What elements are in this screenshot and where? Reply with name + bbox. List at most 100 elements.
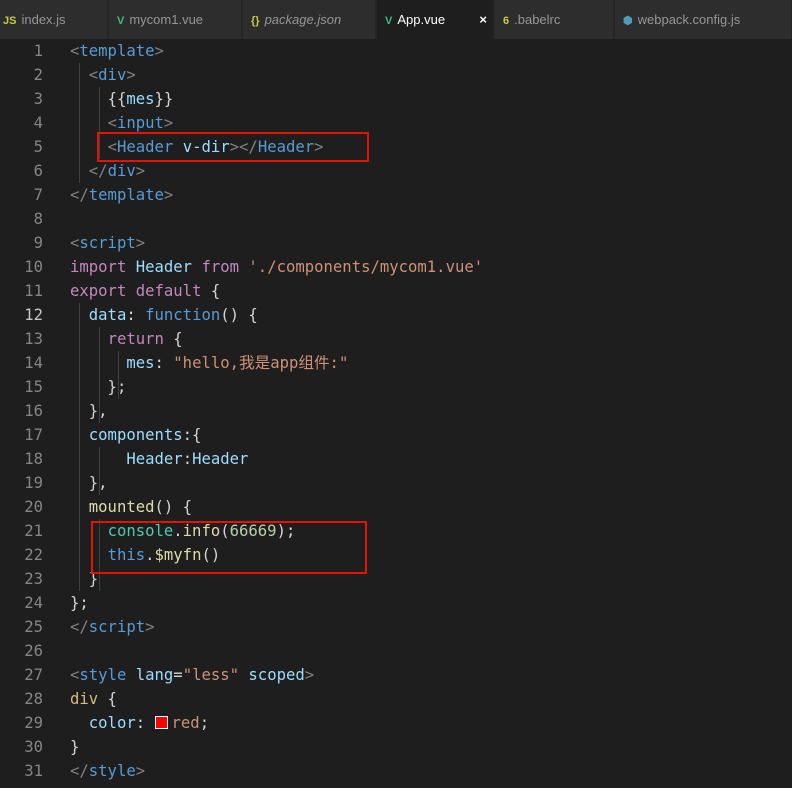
code-token: style: [79, 666, 127, 684]
code-token: >: [135, 234, 146, 252]
code-token: },: [70, 402, 108, 420]
line-number: 2: [33, 66, 43, 84]
tab-package-json[interactable]: {} package.json: [243, 0, 376, 39]
tab-app-vue[interactable]: V App.vue ×: [377, 0, 494, 39]
code-token: div: [70, 690, 99, 708]
code-token: :: [154, 354, 174, 372]
code-token: './components/mycom1.vue': [248, 258, 484, 276]
code-line: <template>: [70, 39, 164, 63]
code-token: red: [171, 714, 200, 732]
tab-label: App.vue: [397, 12, 446, 27]
webpack-file-icon: ⬢: [623, 15, 633, 27]
line-number: 9: [33, 234, 43, 252]
code-token: style: [88, 762, 136, 780]
code-token: script: [79, 234, 136, 252]
tab-babelrc[interactable]: 6 .babelrc: [495, 0, 614, 39]
code-token: Header: [126, 450, 183, 468]
line-number: 24: [24, 594, 43, 612]
code-token: >: [163, 114, 174, 132]
code-token: }: [70, 738, 80, 756]
code-line: </div>: [70, 159, 145, 183]
code-token: >: [154, 42, 164, 60]
babel-file-icon: 6: [503, 15, 510, 27]
code-token: export: [70, 282, 127, 300]
code-line: components:{: [70, 423, 202, 447]
line-number: 12: [24, 306, 43, 324]
code-token: mes: [126, 90, 155, 108]
code-token: lang: [135, 666, 174, 684]
tab-label: index.js: [21, 12, 66, 27]
line-number: 8: [33, 210, 43, 228]
code-line: mounted() {: [70, 495, 192, 519]
indent-guide: [99, 327, 100, 423]
tab-label: webpack.config.js: [637, 12, 741, 27]
code-token: div: [98, 66, 127, 84]
line-number: 11: [24, 282, 43, 300]
code-token: };: [70, 594, 89, 612]
code-line: }: [70, 735, 79, 759]
line-number: 23: [24, 570, 43, 588]
annotation-highlight-box: [97, 132, 369, 162]
code-token: mes: [126, 354, 155, 372]
js-file-icon: JS: [3, 15, 17, 27]
code-token: mounted: [88, 498, 155, 516]
line-number: 18: [24, 450, 43, 468]
line-number: 15: [24, 378, 43, 396]
tab-webpack-config-js[interactable]: ⬢ webpack.config.js: [615, 0, 792, 39]
code-token: default: [135, 282, 202, 300]
code-line: <script>: [70, 231, 145, 255]
line-number: 4: [33, 114, 43, 132]
code-token: Header: [192, 450, 249, 468]
code-token: >: [145, 618, 155, 636]
close-tab-icon[interactable]: ×: [479, 0, 487, 39]
tab-label: .babelrc: [514, 12, 561, 27]
tab-mycom1-vue[interactable]: Vmycom1.vue: [109, 0, 242, 39]
line-number: 28: [24, 690, 43, 708]
code-token: <: [70, 42, 80, 60]
code-line: Header:Header: [70, 447, 248, 471]
code-token: {{: [107, 90, 127, 108]
line-number: 13: [24, 330, 43, 348]
code-line: };: [70, 591, 89, 615]
code-line: </template>: [70, 183, 173, 207]
code-token: <: [107, 114, 117, 132]
code-token: >: [304, 666, 315, 684]
code-line: return {: [70, 327, 183, 351]
tab-index-js[interactable]: JS index.js: [0, 0, 108, 39]
json-file-icon: {}: [251, 15, 260, 27]
code-token: :: [182, 450, 193, 468]
code-token: {: [163, 330, 183, 348]
code-token: :: [126, 306, 146, 324]
code-editor[interactable]: 1 <template> 2 <div> 3 {{mes}} 4 <input> 5 <H…: [0, 39, 792, 788]
code-token: color: [88, 714, 136, 732]
line-number: 14: [24, 354, 43, 372]
code-token: >: [135, 762, 146, 780]
indent-guide: [79, 63, 80, 183]
code-line: </style>: [70, 759, 145, 783]
editor-tab-bar: JS index.js Vmycom1.vue {} package.json V App.…: [0, 0, 792, 39]
code-line: mes: "hello,我是app组件:": [70, 351, 348, 375]
code-token: scoped: [248, 666, 305, 684]
code-token: () {: [154, 498, 193, 516]
code-token: data: [88, 306, 127, 324]
code-line: </script>: [70, 615, 155, 639]
code-token: }}: [154, 90, 174, 108]
code-token: >: [126, 66, 136, 84]
code-token: components: [88, 426, 183, 444]
code-token: ;: [199, 714, 210, 732]
vue-file-icon: V: [385, 15, 393, 27]
line-number: 16: [24, 402, 43, 420]
annotation-highlight-box: [91, 521, 367, 574]
line-number: 22: [24, 546, 43, 564]
line-number: 3: [33, 90, 43, 108]
code-token: </: [88, 162, 108, 180]
code-line: {{mes}}: [70, 87, 174, 111]
line-number: 30: [24, 738, 43, 756]
code-line: <style lang="less" scoped>: [70, 663, 314, 687]
line-number: 19: [24, 474, 43, 492]
